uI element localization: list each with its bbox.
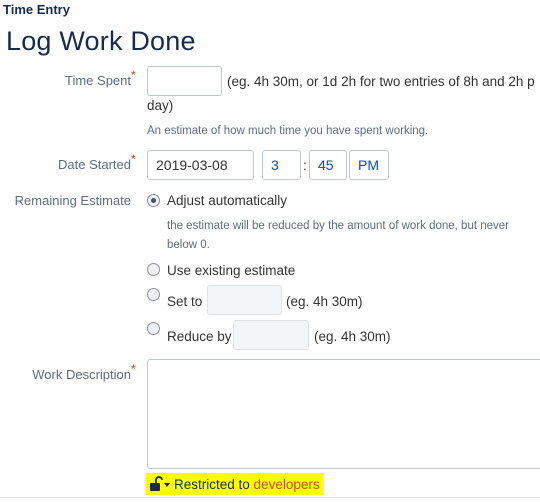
minute-input[interactable]: 45 — [309, 150, 347, 180]
date-started-input[interactable] — [147, 150, 254, 180]
time-spent-required-marker: * — [131, 68, 136, 82]
hour-input[interactable]: 3 — [262, 150, 301, 180]
visibility-text: Restricted to developers — [174, 477, 320, 492]
time-spent-hint: (eg. 4h 30m, or 1d 2h for two entries of… — [227, 74, 535, 89]
radio-adjust-automatically[interactable] — [147, 194, 160, 207]
remaining-estimate-label: Remaining Estimate — [14, 193, 131, 208]
bottom-divider — [0, 497, 540, 498]
date-started-label: Date Started — [58, 157, 131, 172]
time-spent-input[interactable] — [147, 66, 222, 96]
work-description-label: Work Description — [32, 367, 131, 382]
reduce-by-label: Reduce by — [167, 329, 232, 344]
restricted-to-label: Restricted to — [174, 477, 250, 492]
date-started-required-marker: * — [131, 152, 136, 166]
reduce-by-input[interactable] — [233, 320, 309, 350]
radio-use-existing-estimate[interactable] — [147, 263, 160, 276]
adjust-automatically-description-continued: below 0. — [167, 239, 210, 251]
ampm-toggle[interactable]: PM — [349, 150, 389, 180]
adjust-automatically-description: the estimate will be reduced by the amou… — [167, 220, 510, 232]
restricted-group-link[interactable]: developers — [254, 477, 320, 492]
log-work-dialog: Time Entry Log Work Done Time Spent * (e… — [0, 0, 540, 502]
lock-open-icon — [150, 476, 170, 491]
time-spent-hint-continued: day) — [147, 98, 174, 113]
time-separator: : — [303, 157, 307, 173]
set-to-hint: (eg. 4h 30m) — [286, 294, 363, 309]
set-to-input[interactable] — [207, 285, 282, 315]
adjust-automatically-label: Adjust automatically — [167, 193, 288, 208]
time-spent-description: An estimate of how much time you have sp… — [147, 125, 429, 137]
set-to-label: Set to — [167, 294, 203, 309]
use-existing-estimate-label: Use existing estimate — [167, 263, 296, 278]
page-title: Log Work Done — [6, 26, 196, 56]
radio-set-to[interactable] — [147, 288, 160, 301]
caret-down-icon — [164, 483, 170, 487]
section-title: Time Entry — [3, 2, 70, 17]
time-spent-label: Time Spent — [65, 73, 131, 88]
reduce-by-hint: (eg. 4h 30m) — [314, 329, 391, 344]
radio-reduce-by[interactable] — [147, 322, 160, 335]
work-description-required-marker: * — [131, 362, 136, 376]
work-description-textarea[interactable] — [147, 359, 540, 469]
visibility-dropdown-button[interactable] — [149, 476, 171, 492]
